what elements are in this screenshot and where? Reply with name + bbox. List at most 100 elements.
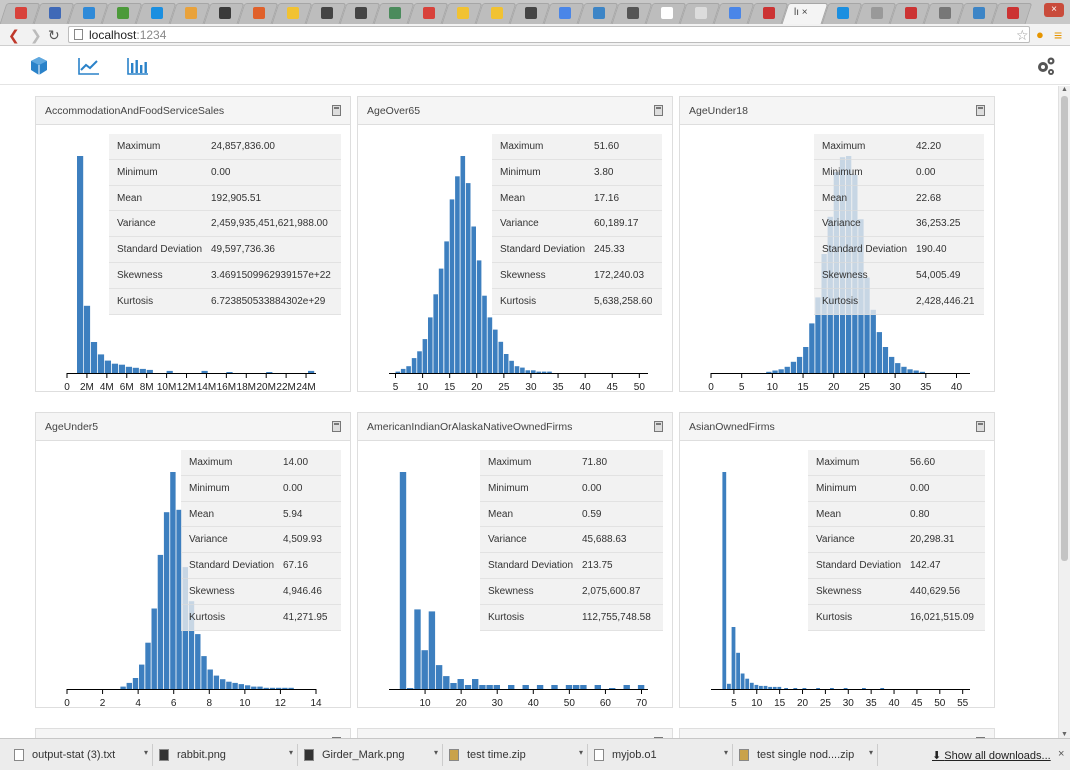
histogram-bar: [623, 685, 630, 689]
x-axis-tick-label: 50: [934, 698, 946, 707]
download-menu-arrow-icon[interactable]: ▾: [579, 748, 583, 757]
download-item[interactable]: test time.zip ▾: [443, 744, 588, 766]
browser-tab[interactable]: [101, 3, 143, 24]
forward-arrow-icon[interactable]: ❯: [30, 27, 42, 43]
browser-tab[interactable]: [373, 3, 415, 24]
bookmark-star-icon[interactable]: ☆: [1016, 27, 1029, 43]
browser-menu-icon[interactable]: ≡: [1054, 27, 1062, 43]
tab-favicon-icon: [729, 7, 741, 19]
tab-favicon-icon: [661, 7, 673, 19]
statistic-label: Skewness: [488, 585, 534, 597]
histogram-bar: [843, 688, 848, 689]
scroll-down-arrow-icon[interactable]: ▼: [1061, 731, 1068, 738]
show-all-downloads-link[interactable]: ⬇ Show all downloads...: [932, 749, 1051, 762]
histogram-bar: [493, 329, 498, 373]
x-axis-tick-label: 6: [171, 698, 177, 707]
browser-tab[interactable]: [135, 3, 177, 24]
x-axis-tick-label: 50: [564, 698, 576, 707]
scroll-up-arrow-icon[interactable]: ▲: [1061, 86, 1068, 93]
image-file-icon: [304, 749, 314, 761]
download-item[interactable]: test single nod....zip ▾: [733, 744, 878, 766]
download-menu-arrow-icon[interactable]: ▾: [724, 748, 728, 757]
download-menu-arrow-icon[interactable]: ▾: [869, 748, 873, 757]
browser-tab[interactable]: [0, 3, 41, 24]
browser-tab[interactable]: [509, 3, 551, 24]
calculator-icon[interactable]: [654, 105, 663, 116]
statistic-value: 67.16: [283, 560, 309, 572]
x-axis-tick-label: 0: [64, 382, 70, 391]
calculator-icon[interactable]: [654, 421, 663, 432]
browser-tab[interactable]: [855, 3, 897, 24]
statistic-value: 49,597,736.36: [211, 244, 275, 256]
histogram-view-icon[interactable]: [126, 55, 150, 77]
browser-tab[interactable]: [923, 3, 965, 24]
download-menu-arrow-icon[interactable]: ▾: [144, 748, 148, 757]
histogram-bar: [422, 339, 428, 373]
download-item[interactable]: Girder_Mark.png ▾: [298, 744, 443, 766]
tab-favicon-icon: [871, 7, 883, 19]
reload-icon[interactable]: ↻: [48, 27, 60, 43]
histogram-bar: [520, 367, 525, 373]
browser-tab[interactable]: [169, 3, 211, 24]
browser-tab[interactable]: [821, 3, 863, 24]
browser-tab[interactable]: [991, 3, 1033, 24]
browser-tab[interactable]: [713, 3, 755, 24]
browser-tab[interactable]: [441, 3, 483, 24]
scrollbar-thumb[interactable]: [1061, 96, 1068, 561]
statistic-label: Kurtosis: [500, 295, 537, 307]
histogram-panel: AgeOver65 5 10 15 20 25 30 35 40 45 50 Maximum 51.60…: [357, 96, 673, 392]
url-input[interactable]: localhost:1234: [68, 26, 1030, 43]
download-item[interactable]: output-stat (3).txt ▾: [8, 744, 153, 766]
window-close-button[interactable]: ×: [1044, 3, 1064, 17]
calculator-icon[interactable]: [976, 105, 985, 116]
browser-tab[interactable]: [237, 3, 279, 24]
browser-tab[interactable]: [407, 3, 449, 24]
browser-tab[interactable]: [577, 3, 619, 24]
calculator-icon[interactable]: [332, 421, 341, 432]
download-item[interactable]: rabbit.png ▾: [153, 744, 298, 766]
browser-tab[interactable]: [33, 3, 75, 24]
download-menu-arrow-icon[interactable]: ▾: [289, 748, 293, 757]
browser-tab[interactable]: [889, 3, 931, 24]
calculator-icon[interactable]: [976, 421, 985, 432]
cube-view-icon[interactable]: [28, 55, 52, 77]
browser-tab[interactable]: [67, 3, 109, 24]
line-chart-view-icon[interactable]: [77, 55, 101, 77]
x-axis-tick-label: 20: [797, 698, 809, 707]
back-arrow-icon[interactable]: ❮: [8, 27, 20, 43]
download-menu-arrow-icon[interactable]: ▾: [434, 748, 438, 757]
browser-tab-active[interactable]: lı ×: [781, 3, 829, 24]
statistic-value: 4,946.46: [283, 585, 322, 597]
tab-favicon-icon: [253, 7, 265, 19]
browser-tab[interactable]: [203, 3, 245, 24]
histogram-bar: [487, 317, 493, 373]
browser-tab[interactable]: [645, 3, 687, 24]
extension-icon[interactable]: ●: [1036, 27, 1044, 43]
download-item[interactable]: myjob.o1 ▾: [588, 744, 733, 766]
statistics-row: Minimum 0.00: [808, 476, 985, 502]
browser-tab[interactable]: [475, 3, 517, 24]
statistic-value: 2,459,935,451,621,988.00: [211, 218, 328, 230]
close-downloads-bar-button[interactable]: ×: [1058, 748, 1064, 760]
browser-tab[interactable]: [339, 3, 381, 24]
browser-tab[interactable]: [271, 3, 313, 24]
browser-tab[interactable]: [543, 3, 585, 24]
calculator-icon[interactable]: [332, 105, 341, 116]
browser-tab[interactable]: [305, 3, 347, 24]
panel-header: AsianOwnedFirms: [680, 413, 994, 441]
histogram-bar: [251, 686, 257, 689]
tab-favicon-icon: [627, 7, 639, 19]
browser-tab[interactable]: [747, 3, 789, 24]
histogram-bar: [201, 656, 207, 689]
page-scrollbar[interactable]: ▲ ▼: [1058, 86, 1070, 738]
x-axis-tick-label: 20: [828, 382, 840, 391]
settings-gears-icon[interactable]: [1034, 55, 1058, 77]
window-controls: ×: [1044, 3, 1064, 17]
browser-tab[interactable]: [611, 3, 653, 24]
statistic-label: Standard Deviation: [189, 560, 275, 572]
browser-tab[interactable]: [679, 3, 721, 24]
histogram-bar: [508, 685, 515, 689]
statistic-value: 56.60: [910, 457, 936, 468]
browser-tab[interactable]: [957, 3, 999, 24]
histogram-bar: [768, 686, 772, 689]
